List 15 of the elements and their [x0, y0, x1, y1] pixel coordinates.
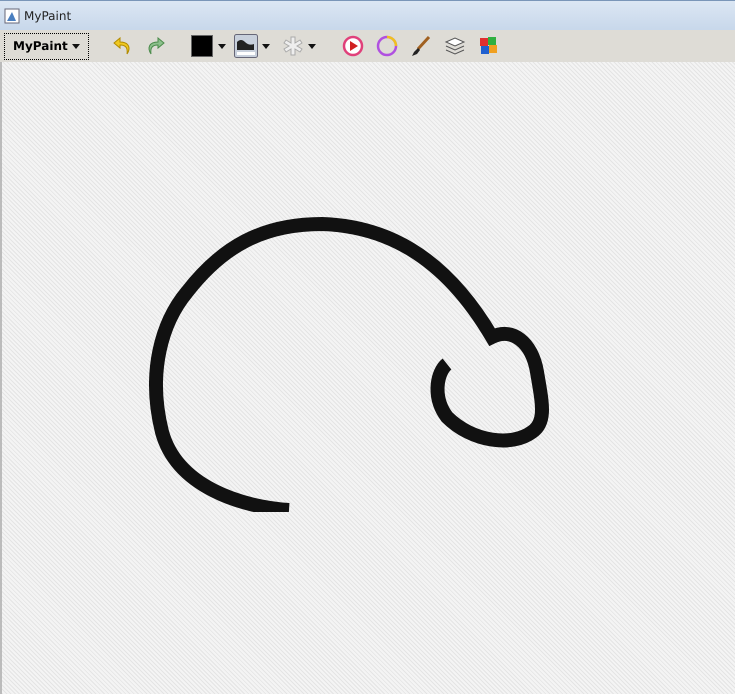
palette-icon[interactable] — [478, 35, 500, 57]
window-title: MyPaint — [24, 8, 72, 24]
main-menu-button[interactable]: MyPaint — [4, 32, 89, 60]
layers-icon[interactable] — [444, 35, 466, 57]
dropdown-caret-icon[interactable] — [262, 44, 270, 48]
brush-preview-icon[interactable] — [234, 34, 258, 58]
paintbrush-icon[interactable] — [410, 35, 432, 57]
color-wheel-play-icon[interactable] — [342, 35, 364, 57]
dropdown-caret-icon[interactable] — [308, 44, 316, 48]
dropdown-caret-icon[interactable] — [72, 44, 80, 48]
color-ring-icon[interactable] — [376, 35, 398, 57]
color-swatch[interactable] — [190, 35, 213, 57]
drawing-canvas[interactable] — [0, 62, 735, 694]
dropdown-caret-icon[interactable] — [218, 44, 226, 48]
app-icon — [4, 8, 20, 24]
